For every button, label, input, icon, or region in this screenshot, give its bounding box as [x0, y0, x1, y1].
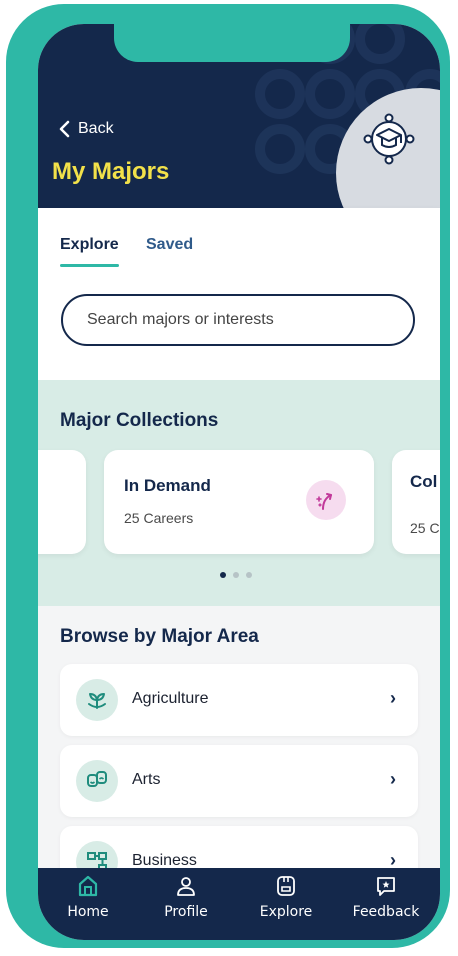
- area-label: Agriculture: [132, 690, 209, 707]
- section-title-collections: Major Collections: [60, 410, 219, 431]
- collection-card-partial-left[interactable]: [38, 450, 86, 554]
- nav-item-home[interactable]: Home: [48, 874, 128, 920]
- explore-icon: [277, 876, 295, 896]
- bottom-nav: Home Profile Explore Feedback: [38, 868, 440, 940]
- phone-frame: Back My Majors Explore Saved Major Colle…: [6, 4, 450, 948]
- chevron-right-icon: ›: [390, 688, 396, 708]
- tab-explore[interactable]: Explore: [60, 236, 119, 267]
- nav-item-profile[interactable]: Profile: [146, 874, 226, 920]
- pager-dot[interactable]: [233, 572, 239, 578]
- carousel-pager: [220, 572, 252, 578]
- home-icon: [78, 875, 98, 897]
- collection-card-title: Col: [410, 472, 438, 491]
- phone-notch: [114, 24, 350, 62]
- person-icon: [177, 877, 195, 896]
- collection-card-partial-right[interactable]: Col 25 C: [392, 450, 440, 554]
- area-label: Arts: [132, 771, 161, 788]
- section-title-browse: Browse by Major Area: [60, 626, 259, 647]
- collection-card-in-demand[interactable]: In Demand 25 Careers: [104, 450, 374, 554]
- nav-label: Home: [67, 904, 109, 920]
- search-input[interactable]: [61, 294, 415, 346]
- app-screen: Back My Majors Explore Saved Major Colle…: [38, 24, 440, 940]
- nav-label: Explore: [259, 904, 313, 920]
- search-section: [38, 270, 440, 380]
- tab-saved[interactable]: Saved: [146, 236, 193, 254]
- pager-dot[interactable]: [246, 572, 252, 578]
- feedback-icon: [377, 877, 395, 896]
- pager-dot[interactable]: [220, 572, 226, 578]
- back-label: Back: [78, 120, 114, 137]
- back-button[interactable]: Back: [58, 120, 114, 138]
- chevron-left-icon: [59, 120, 70, 138]
- trending-sparkle-icon: [306, 480, 346, 520]
- nav-label: Profile: [164, 904, 208, 920]
- graduation-cap-icon: [363, 113, 415, 165]
- area-item-agriculture[interactable]: Agriculture ›: [60, 664, 418, 736]
- collection-card-subtitle: 25 Careers: [124, 510, 194, 526]
- page-title: My Majors: [52, 158, 170, 185]
- area-item-arts[interactable]: Arts ›: [60, 745, 418, 817]
- nav-label: Feedback: [352, 904, 420, 920]
- sprout-icon: [76, 679, 118, 721]
- major-collections-section: Major Collections In Demand 25 Careers C…: [38, 380, 440, 606]
- theater-masks-icon: [76, 760, 118, 802]
- chevron-right-icon: ›: [390, 769, 396, 789]
- nav-item-feedback[interactable]: Feedback: [346, 874, 426, 920]
- nav-item-explore[interactable]: Explore: [246, 874, 326, 920]
- collection-card-subtitle: 25 C: [410, 520, 440, 536]
- collection-card-title: In Demand: [124, 476, 211, 495]
- tab-bar: Explore Saved: [38, 208, 440, 270]
- browse-section: Browse by Major Area Agriculture › Arts …: [38, 606, 440, 898]
